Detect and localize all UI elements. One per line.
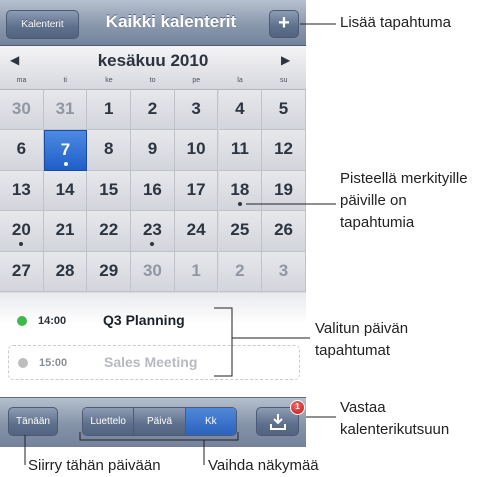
add-event-button[interactable]: +	[269, 10, 299, 38]
callout-selected-events: Valitun päivän tapahtumat	[315, 320, 409, 359]
event-dot-icon	[63, 162, 68, 167]
day-cell[interactable]: 4	[218, 90, 263, 131]
view-month-segment[interactable]: Kk	[185, 408, 236, 435]
day-cell[interactable]: 13	[0, 170, 44, 212]
event-time: 15:00	[39, 357, 68, 369]
prev-month-icon[interactable]: ◀	[10, 53, 19, 67]
day-cell[interactable]: 23	[131, 211, 175, 252]
invite-count-badge: 1	[290, 400, 305, 415]
day-cell[interactable]: 10	[174, 130, 219, 171]
event-row-q3-planning[interactable]: 14:00 Q3 Planning	[8, 304, 300, 339]
day-cell[interactable]: 27	[0, 251, 44, 292]
navigation-bar: Kalenterit Kaikki kalenterit +	[0, 0, 306, 46]
callout-go-today: Siirry tähän päivään	[28, 457, 161, 474]
day-cell[interactable]: 21	[43, 211, 88, 252]
day-cell[interactable]: 24	[174, 211, 219, 252]
day-cell[interactable]: 16	[131, 170, 175, 212]
day-cell[interactable]: 5	[262, 90, 306, 131]
weekday-label: la	[237, 77, 243, 84]
event-title: Sales Meeting	[104, 354, 198, 370]
events-list: 14:00 Q3 Planning 15:00 Sales Meeting	[0, 293, 306, 397]
day-cell[interactable]: 18	[218, 170, 263, 212]
day-cell[interactable]: 29	[87, 251, 132, 292]
view-segmented-control: Luettelo Päivä Kk	[82, 407, 237, 436]
event-dot-icon	[150, 242, 155, 247]
day-cell[interactable]: 1	[174, 251, 219, 292]
calendar-color-dot-icon	[18, 358, 28, 368]
day-cell[interactable]: 20	[0, 211, 44, 252]
day-cell[interactable]: 8	[87, 130, 132, 171]
weekday-label: ma	[16, 77, 27, 84]
day-cell[interactable]: 9	[131, 130, 175, 171]
month-title: kesäkuu 2010	[97, 51, 209, 70]
weekday-label: ti	[63, 77, 67, 84]
inbox-download-icon	[269, 414, 286, 430]
event-dot-icon	[237, 201, 242, 206]
day-cell[interactable]: 25	[218, 211, 263, 252]
callout-switch-view: Vaihda näkymää	[208, 457, 319, 474]
day-cell[interactable]: 6	[0, 130, 44, 171]
day-cell[interactable]: 15	[87, 170, 132, 212]
day-cell[interactable]: 19	[262, 170, 306, 212]
day-cell[interactable]: 1	[87, 90, 132, 131]
calendar-grid: 30 31 1 2 3 4 5 6 7 8 9 10 11 12 13 14 15 16 17 18 19 20 21 22 2…	[0, 90, 306, 292]
today-button[interactable]: Tänään	[8, 407, 58, 436]
day-cell[interactable]: 17	[174, 170, 219, 212]
bottom-toolbar: Tänään Luettelo Päivä Kk	[0, 397, 306, 447]
day-cell[interactable]: 14	[43, 170, 88, 212]
day-cell-selected[interactable]: 7	[43, 130, 88, 171]
event-dot-icon	[19, 242, 23, 247]
day-cell[interactable]: 30	[0, 90, 44, 131]
day-cell[interactable]: 30	[131, 251, 175, 292]
event-title: Q3 Planning	[103, 312, 185, 328]
event-time: 14:00	[38, 315, 67, 327]
day-cell[interactable]: 11	[218, 130, 263, 171]
calendars-button[interactable]: Kalenterit	[6, 10, 79, 39]
day-cell[interactable]: 2	[218, 251, 263, 292]
day-cell[interactable]: 26	[262, 211, 306, 252]
day-cell[interactable]: 28	[43, 251, 88, 292]
view-list-segment[interactable]: Luettelo	[83, 408, 135, 435]
day-cell[interactable]: 3	[262, 251, 306, 292]
day-cell[interactable]: 22	[87, 211, 132, 252]
day-cell[interactable]: 31	[43, 90, 88, 131]
weekday-label: su	[279, 77, 288, 84]
day-cell[interactable]: 3	[174, 90, 219, 131]
next-month-icon[interactable]: ▶	[281, 53, 290, 67]
calendar-color-dot-icon	[17, 316, 27, 326]
callout-add-event: Lisää tapahtuma	[340, 14, 451, 31]
callout-respond-invite: Vastaa kalenterikutsuun	[340, 399, 450, 438]
weekday-label: pe	[192, 77, 201, 84]
month-header: ◀ kesäkuu 2010 ▶ ma ti ke to pe la su	[0, 46, 306, 90]
weekday-label: to	[149, 77, 156, 84]
day-cell[interactable]: 12	[262, 130, 306, 171]
view-day-segment[interactable]: Päivä	[134, 408, 186, 435]
event-row-sales-meeting[interactable]: 15:00 Sales Meeting	[8, 345, 300, 380]
callout-dot-days: Pisteellä merkityille päiville on tapaht…	[340, 170, 468, 231]
iphone-calendar-screen: Kalenterit Kaikki kalenterit + ◀ kesäkuu…	[0, 0, 306, 447]
weekday-label: ke	[105, 77, 113, 84]
day-cell[interactable]: 2	[131, 90, 175, 131]
page-title: Kaikki kalenterit	[105, 12, 237, 31]
